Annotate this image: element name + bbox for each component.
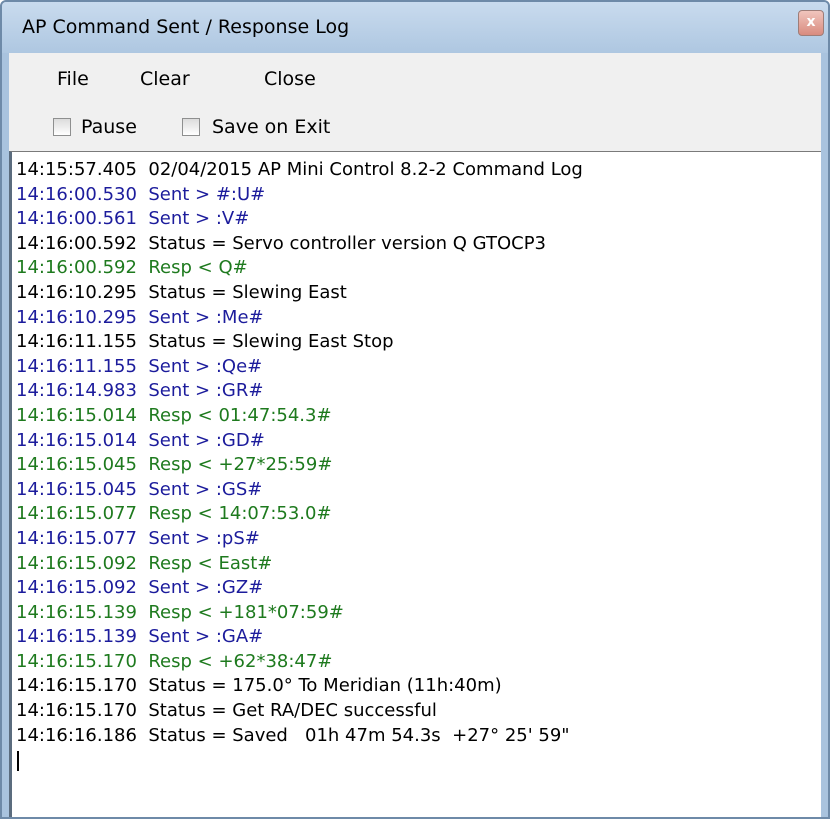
log-line: 14:16:15.014 Resp < 01:47:54.3# <box>16 404 332 426</box>
log-line: 14:16:11.155 Status = Slewing East Stop <box>16 331 394 353</box>
close-icon: x <box>806 14 816 30</box>
log-line: 14:16:15.077 Resp < 14:07:53.0# <box>16 503 332 525</box>
menu-close[interactable]: Close <box>264 68 316 90</box>
menu-bar: File Clear Close <box>9 53 821 103</box>
log-line: 14:16:15.077 Sent > :pS# <box>16 527 260 549</box>
log-line: 14:16:14.983 Sent > :GR# <box>16 380 264 402</box>
log-line: 14:16:15.092 Resp < East# <box>16 552 273 574</box>
log-textbox[interactable]: 14:15:57.405 02/04/2015 AP Mini Control … <box>9 151 821 817</box>
log-line: 14:16:00.561 Sent > :V# <box>16 208 250 230</box>
log-line: 14:16:15.170 Status = Get RA/DEC success… <box>16 700 437 722</box>
options-row: Pause Save on Exit <box>9 103 821 151</box>
log-line: 14:16:00.530 Sent > #:U# <box>16 183 266 205</box>
log-line: 14:16:15.139 Resp < +181*07:59# <box>16 601 344 623</box>
log-line: 14:16:16.186 Status = Saved 01h 47m 54.3… <box>16 724 570 746</box>
log-line: 14:16:11.155 Sent > :Qe# <box>16 355 263 377</box>
log-line: 14:16:15.014 Sent > :GD# <box>16 429 265 451</box>
log-line: 14:16:15.139 Sent > :GA# <box>16 626 264 648</box>
menu-file[interactable]: File <box>57 68 89 90</box>
log-line: 14:16:00.592 Resp < Q# <box>16 257 248 279</box>
title-bar[interactable]: AP Command Sent / Response Log x <box>2 2 828 53</box>
log-line: 14:16:00.592 Status = Servo controller v… <box>16 232 547 254</box>
log-window: AP Command Sent / Response Log x File Cl… <box>0 0 830 819</box>
log-line: 14:16:15.045 Sent > :GS# <box>16 478 263 500</box>
log-line: 14:16:15.045 Resp < +27*25:59# <box>16 454 333 476</box>
text-caret <box>17 751 19 772</box>
pause-label[interactable]: Pause <box>81 116 137 138</box>
close-window-button[interactable]: x <box>798 10 824 36</box>
client-area: File Clear Close Pause Save on Exit 14:1… <box>9 53 821 817</box>
save-on-exit-checkbox[interactable] <box>182 118 200 136</box>
log-line: 14:15:57.405 02/04/2015 AP Mini Control … <box>16 159 583 180</box>
log-line: 14:16:15.170 Resp < +62*38:47# <box>16 650 333 672</box>
pause-checkbox[interactable] <box>53 118 71 136</box>
log-line: 14:16:15.092 Sent > :GZ# <box>16 577 264 599</box>
window-title: AP Command Sent / Response Log <box>22 16 350 38</box>
log-line: 14:16:15.170 Status = 175.0° To Meridian… <box>16 675 502 697</box>
save-on-exit-label[interactable]: Save on Exit <box>212 116 330 138</box>
log-line: 14:16:10.295 Status = Slewing East <box>16 281 347 303</box>
log-line: 14:16:10.295 Sent > :Me# <box>16 306 264 328</box>
menu-clear[interactable]: Clear <box>140 68 190 90</box>
